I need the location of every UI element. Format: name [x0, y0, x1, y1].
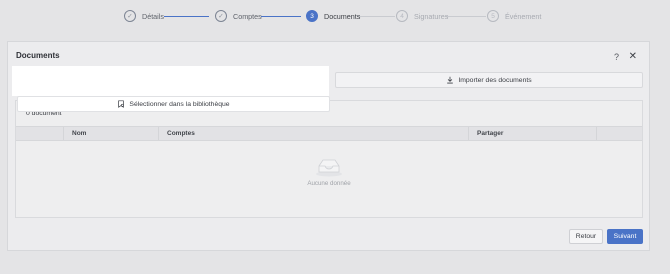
- import-button-label: Importer des documents: [458, 76, 532, 84]
- step-label: Événement: [505, 11, 542, 21]
- download-icon: [447, 76, 454, 84]
- next-button[interactable]: Suivant: [607, 229, 643, 244]
- bookmark-search-icon: [118, 100, 125, 108]
- import-documents-button[interactable]: Importer des documents: [335, 72, 643, 88]
- step-signatures[interactable]: 4 Signatures: [396, 8, 448, 24]
- step-evenement[interactable]: 5 Événement: [487, 8, 541, 24]
- close-icon[interactable]: ✕: [629, 51, 637, 62]
- step-label: Documents: [324, 11, 361, 21]
- help-icon[interactable]: ?: [614, 52, 619, 62]
- empty-state: Aucune donnée: [16, 157, 642, 187]
- step-connector: [261, 15, 301, 17]
- column-partager[interactable]: Partager: [468, 127, 596, 140]
- empty-state-text: Aucune donnée: [307, 180, 351, 187]
- stepper: ✓ Détails ✓ Comptes 3 Documents 4 Signat…: [0, 8, 670, 26]
- step-documents[interactable]: 3 Documents: [306, 8, 360, 24]
- documents-table-panel: 0 document Nom Comptes Partager Aucune d…: [15, 100, 643, 218]
- step-details[interactable]: ✓ Détails: [124, 8, 164, 24]
- column-actions: [596, 127, 642, 140]
- column-select: [16, 127, 63, 140]
- step-connector: [164, 15, 209, 17]
- step-label: Détails: [142, 11, 164, 21]
- select-button-label: Sélectionner dans la bibliothèque: [129, 100, 230, 108]
- step-connector: [446, 15, 486, 17]
- step-number: 4: [396, 10, 408, 22]
- check-icon: ✓: [215, 10, 227, 22]
- empty-inbox-icon: [316, 159, 342, 177]
- step-label: Comptes: [233, 11, 262, 21]
- step-label: Signatures: [414, 11, 449, 21]
- step-number: 5: [487, 10, 499, 22]
- spotlight-highlight: Sélectionner dans la bibliothèque: [12, 66, 330, 112]
- select-from-library-button[interactable]: Sélectionner dans la bibliothèque: [17, 96, 330, 112]
- step-connector: [357, 15, 395, 17]
- table-header: Nom Comptes Partager: [16, 126, 642, 141]
- dialog-title: Documents: [16, 51, 60, 60]
- step-comptes[interactable]: ✓ Comptes: [215, 8, 262, 24]
- back-button[interactable]: Retour: [569, 229, 603, 244]
- column-comptes[interactable]: Comptes: [158, 127, 468, 140]
- column-nom[interactable]: Nom: [63, 127, 158, 140]
- check-icon: ✓: [124, 10, 136, 22]
- step-number: 3: [306, 10, 318, 22]
